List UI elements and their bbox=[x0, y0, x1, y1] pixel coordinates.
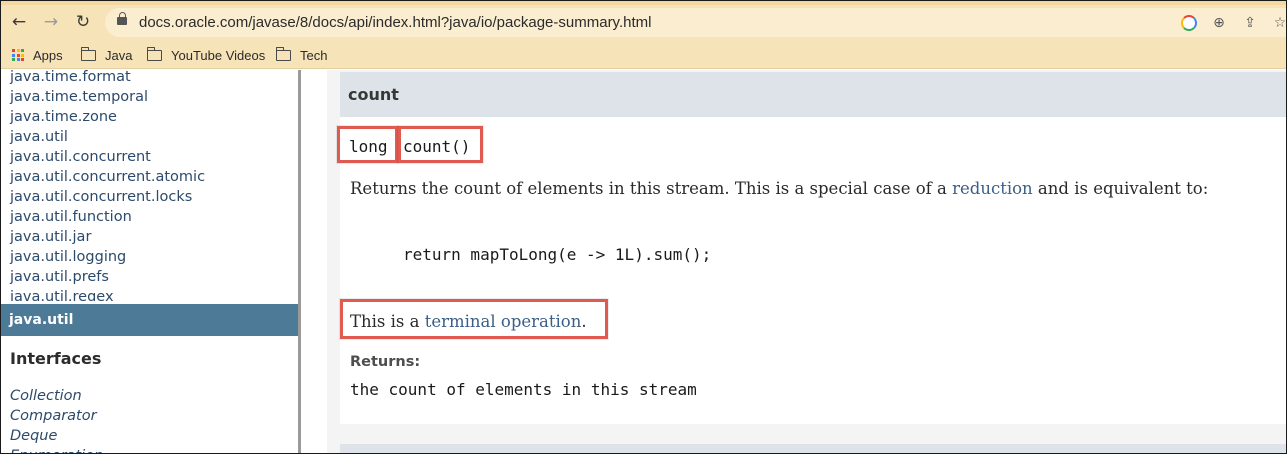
folder-icon bbox=[146, 46, 162, 61]
apps-dot bbox=[12, 49, 15, 52]
javadoc-page: java.time.format java.time.temporal java… bbox=[1, 70, 1286, 453]
address-bar[interactable]: docs.oracle.com/javase/8/docs/api/index.… bbox=[105, 8, 1286, 37]
apps-dot bbox=[21, 49, 24, 52]
return-type-highlight bbox=[337, 126, 398, 163]
terminal-note-highlight bbox=[340, 299, 608, 339]
forward-icon[interactable]: → bbox=[39, 11, 63, 33]
bookmark-apps[interactable]: Apps bbox=[12, 46, 63, 64]
interface-link[interactable]: Collection bbox=[10, 386, 103, 406]
star-icon[interactable]: ☆ bbox=[1269, 12, 1286, 34]
description-text-end: and is equivalent to: bbox=[1032, 179, 1209, 198]
package-list: java.time.format java.time.temporal java… bbox=[10, 70, 205, 301]
package-title-bar: java.util bbox=[1, 304, 298, 336]
bookmark-label: Tech bbox=[300, 47, 328, 63]
returns-value: the count of elements in this stream bbox=[350, 380, 697, 399]
browser-toolbar: ← → ↻ docs.oracle.com/javase/8/docs/api/… bbox=[1, 5, 1286, 40]
interface-list: Collection Comparator Deque Enumeration bbox=[10, 386, 103, 453]
bookmark-folder-youtube-videos[interactable]: YouTube Videos bbox=[146, 46, 266, 64]
package-link[interactable]: java.util.concurrent.locks bbox=[10, 187, 205, 207]
package-link[interactable]: java.time.temporal bbox=[10, 87, 205, 107]
browser-window: ← → ↻ docs.oracle.com/javase/8/docs/api/… bbox=[0, 0, 1287, 454]
package-link[interactable]: java.util.regex bbox=[10, 287, 205, 301]
apps-dot bbox=[16, 53, 20, 57]
interface-link[interactable]: Deque bbox=[10, 426, 103, 446]
interface-link[interactable]: Enumeration bbox=[10, 446, 103, 453]
apps-dot bbox=[21, 58, 24, 61]
bookmark-label: YouTube Videos bbox=[171, 47, 266, 63]
package-frame[interactable]: java.util Interfaces Collection Comparat… bbox=[1, 301, 298, 453]
zoom-icon[interactable]: ⊕ bbox=[1208, 12, 1230, 34]
bookmark-label: Java bbox=[105, 47, 133, 63]
interfaces-heading: Interfaces bbox=[10, 349, 102, 368]
folder-icon bbox=[275, 46, 291, 61]
back-icon[interactable]: ← bbox=[7, 11, 31, 33]
share-icon[interactable]: ⇪ bbox=[1239, 12, 1261, 34]
method-title: count bbox=[348, 85, 399, 104]
folder-icon bbox=[80, 46, 96, 61]
omnibox-icons: ⊕ ⇪ ☆ bbox=[1178, 12, 1286, 34]
package-link[interactable]: java.util.concurrent bbox=[10, 147, 205, 167]
code-example: return mapToLong(e -> 1L).sum(); bbox=[403, 245, 712, 264]
all-packages-frame[interactable]: java.time.format java.time.temporal java… bbox=[1, 70, 298, 301]
package-link[interactable]: java.util.function bbox=[10, 207, 205, 227]
url-text[interactable]: docs.oracle.com/javase/8/docs/api/index.… bbox=[139, 14, 651, 31]
class-frame-margin bbox=[301, 70, 327, 453]
method-header: count bbox=[340, 72, 1286, 117]
google-icon[interactable] bbox=[1178, 12, 1200, 34]
apps-dot bbox=[16, 58, 20, 61]
package-link[interactable]: java.time.zone bbox=[10, 107, 205, 127]
package-link[interactable]: java.time.format bbox=[10, 70, 205, 87]
method-description: Returns the count of elements in this st… bbox=[350, 179, 1208, 198]
bookmark-folder-tech[interactable]: Tech bbox=[275, 46, 328, 64]
description-text: Returns the count of elements in this st… bbox=[350, 179, 953, 198]
next-method-header bbox=[340, 444, 1286, 453]
reduction-link[interactable]: reduction bbox=[952, 179, 1033, 198]
package-link[interactable]: java.util bbox=[10, 127, 205, 147]
package-link[interactable]: java.util.logging bbox=[10, 247, 205, 267]
returns-label: Returns: bbox=[350, 354, 421, 370]
apps-dot bbox=[16, 49, 20, 52]
package-link[interactable]: java.util.concurrent.atomic bbox=[10, 167, 205, 187]
bookmarks-bar: Apps Java YouTube Videos Tech bbox=[1, 40, 1286, 69]
apps-grid-icon bbox=[12, 49, 24, 61]
interface-link[interactable]: Comparator bbox=[10, 406, 103, 426]
package-link[interactable]: java.util.prefs bbox=[10, 267, 205, 287]
bookmark-folder-java[interactable]: Java bbox=[80, 46, 133, 64]
package-link[interactable]: java.util.jar bbox=[10, 227, 205, 247]
apps-dot bbox=[12, 58, 15, 61]
method-signature-highlight bbox=[398, 126, 483, 163]
method-detail-block: count long count() Returns the count of … bbox=[340, 72, 1286, 424]
reload-icon[interactable]: ↻ bbox=[71, 11, 95, 33]
package-title[interactable]: java.util bbox=[9, 312, 73, 328]
lock-icon bbox=[117, 12, 127, 25]
bookmark-apps-label: Apps bbox=[33, 47, 63, 63]
apps-dot bbox=[21, 53, 24, 57]
apps-dot bbox=[12, 53, 15, 57]
